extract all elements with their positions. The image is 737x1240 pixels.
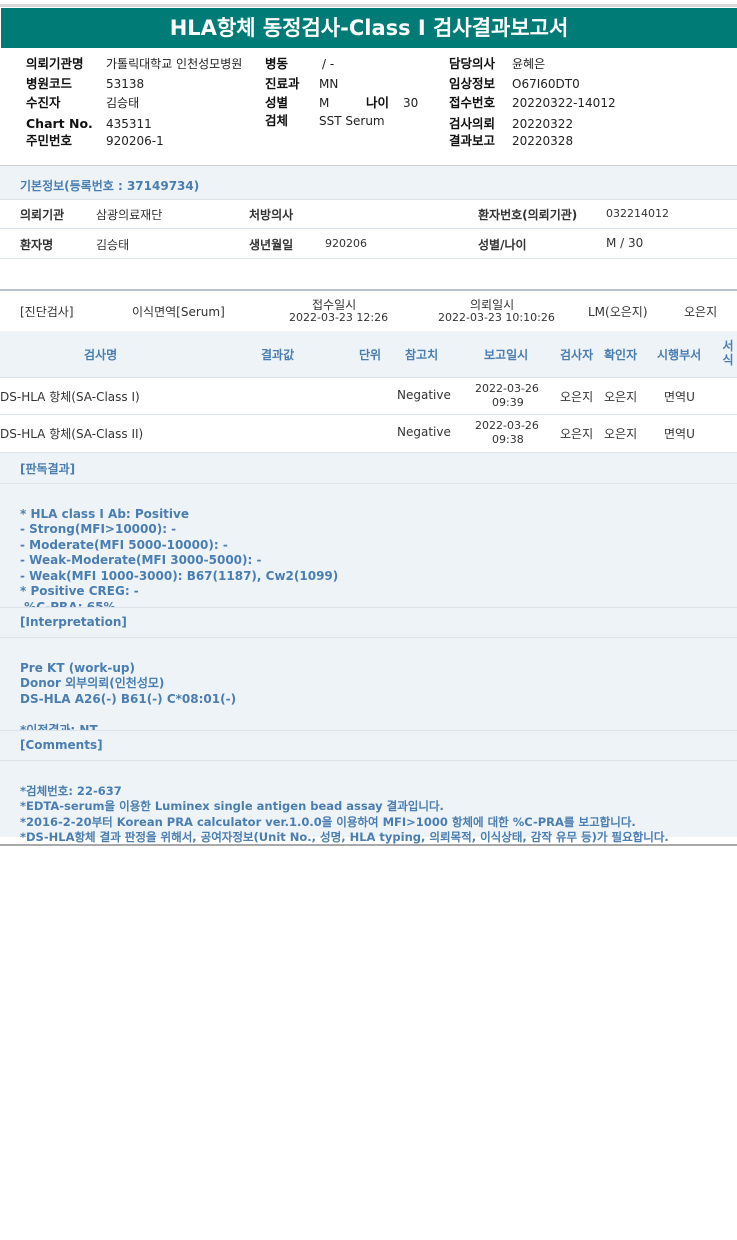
chart-no-value: 435311 [106, 117, 152, 131]
divider [0, 289, 737, 291]
birthdate-label: 생년월일 [249, 238, 294, 252]
comment-line: *검체번호: 22-637 [20, 783, 122, 798]
department-value: MN [319, 77, 339, 91]
hospital-name-value: 가톨릭대학교 인천성모병원 [106, 57, 243, 71]
specimen-value: SST Serum [319, 114, 385, 128]
col-header-department: 시행부서 [657, 348, 702, 362]
lm-person: LM(오은지) [588, 305, 648, 319]
reception-no-value: 20220322-14012 [512, 96, 616, 110]
sex-age-value: M / 30 [606, 236, 644, 250]
test-request-value: 20220322 [512, 117, 574, 131]
report-title: HLA항체 동정검사-Class I 검사결과보고서 [1, 8, 737, 48]
resident-no-value: 920206-1 [106, 134, 164, 148]
specimen-label: 검체 [265, 113, 289, 128]
comment-line: *2016-2-20부터 Korean PRA calculator ver.1… [20, 814, 636, 829]
hospital-code-value: 53138 [106, 77, 145, 91]
row-reference: Negative [397, 388, 451, 402]
interpretation-line: Donor 외부의뢰(인천성모) [20, 676, 165, 690]
test-request-label: 검사의뢰 [449, 116, 496, 131]
result-report-value: 20220328 [512, 134, 574, 148]
resident-no-label: 주민번호 [26, 133, 73, 148]
divider [0, 414, 737, 415]
test-category: [진단검사] [20, 305, 74, 319]
hospital-name-label: 의뢰기관명 [26, 56, 84, 71]
divider [0, 258, 737, 259]
divider [0, 199, 737, 200]
patient-no-label: 환자번호(의뢰기관) [478, 208, 578, 222]
row-report-date: 2022-03-26 [475, 419, 539, 432]
row-reference: Negative [397, 425, 451, 439]
row-report-time: 09:38 [492, 433, 524, 446]
col-header-report-date: 보고일시 [484, 348, 529, 362]
clinical-info-value: O67I60DT0 [512, 77, 580, 91]
judgement-title-band [0, 453, 737, 483]
judgement-line: - Moderate(MFI 5000-10000): - [20, 537, 228, 552]
ward-value: / - [322, 57, 335, 71]
row-test-name: DS-HLA 항체(SA-Class I) [0, 390, 140, 404]
interpretation-line [20, 707, 236, 723]
requesting-org-value: 삼광의료재단 [96, 208, 163, 222]
clinical-info-label: 임상정보 [449, 76, 496, 91]
judgement-line: * HLA class I Ab: Positive [20, 506, 189, 521]
row-tester: 오은지 [560, 427, 594, 441]
interpretation-line: Pre KT (work-up) [20, 660, 136, 675]
prescriber-label: 처방의사 [249, 208, 294, 222]
sex-age-label: 성별/나이 [478, 238, 527, 252]
row-report-time: 09:39 [492, 396, 524, 409]
patient-name-label: 환자명 [20, 238, 54, 252]
judgement-line: * Positive CREG: - [20, 584, 139, 598]
row-test-name: DS-HLA 항체(SA-Class II) [0, 427, 144, 441]
comments-title-band [0, 731, 737, 760]
col-header-reference: 참고치 [405, 348, 439, 362]
reception-no-label: 접수번호 [449, 95, 496, 110]
basic-info-title: 기본정보(등록번호 : 37149734) [20, 179, 200, 193]
received-datetime: 2022-03-23 12:26 [289, 311, 389, 324]
interpretation-title: [Interpretation] [20, 615, 127, 629]
row-confirmer: 오은지 [604, 390, 638, 404]
attending-doctor-label: 담당의사 [449, 56, 496, 71]
col-header-unit: 단위 [359, 348, 382, 362]
attending-doctor-value: 윤혜은 [512, 57, 546, 71]
patient-no-value: 032214012 [606, 207, 669, 220]
birthdate-value: 920206 [325, 237, 367, 250]
age-value: 30 [403, 96, 419, 110]
judgement-line: - Weak(MFI 1000-3000): B67(1187), Cw2(10… [20, 568, 339, 583]
patient-name-value: 김승태 [96, 238, 130, 252]
hospital-code-label: 병원코드 [26, 76, 73, 91]
judgement-line: - Strong(MFI>10000): - [20, 522, 177, 536]
age-label: 나이 [366, 95, 390, 110]
row-department: 면역U [664, 390, 695, 404]
top-border [0, 4, 737, 7]
interpretation-line: DS-HLA A26(-) B61(-) C*08:01(-) [20, 691, 237, 706]
sex-value: M [319, 96, 330, 110]
col-header-result: 결과값 [261, 348, 295, 362]
examinee-label: 수진자 [26, 95, 61, 110]
examinee-value: 김승태 [106, 96, 140, 110]
comment-line: *EDTA-serum을 이용한 Luminex single antigen … [20, 799, 444, 813]
ward-label: 병동 [265, 56, 289, 71]
chart-no-label: Chart No. [26, 116, 93, 131]
test-person: 오은지 [684, 305, 718, 319]
divider [0, 377, 737, 378]
row-department: 면역U [664, 427, 695, 441]
result-report-label: 결과보고 [449, 133, 496, 148]
test-name: 이식면역[Serum] [132, 305, 225, 319]
col-header-tester: 검사자 [560, 348, 594, 362]
row-report-date: 2022-03-26 [475, 382, 539, 395]
judgement-line: - Weak-Moderate(MFI 3000-5000): - [20, 553, 262, 567]
department-label: 진료과 [265, 76, 300, 91]
divider [0, 228, 737, 229]
col-header-confirmer: 확인자 [604, 348, 638, 362]
bottom-border [0, 844, 737, 846]
col-header-format: 서식 [722, 339, 734, 367]
comments-title: [Comments] [20, 738, 103, 752]
comments-text: *검체번호: 22-637 *EDTA-serum을 이용한 Luminex si… [20, 768, 669, 861]
row-confirmer: 오은지 [604, 427, 638, 441]
judgement-title: [판독결과] [20, 462, 76, 476]
requesting-org-label: 의뢰기관 [20, 208, 65, 222]
row-tester: 오은지 [560, 390, 594, 404]
col-header-test-name: 검사명 [84, 348, 118, 362]
requested-datetime: 2022-03-23 10:10:26 [438, 311, 555, 324]
sex-label: 성별 [265, 95, 289, 110]
